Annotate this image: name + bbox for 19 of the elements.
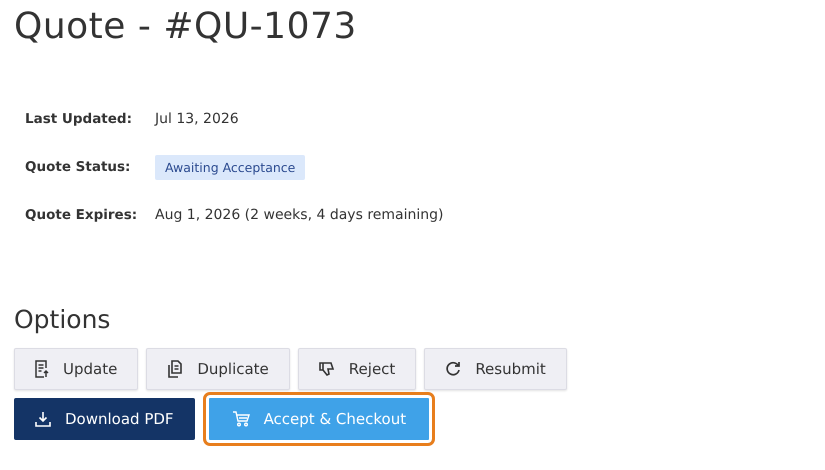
field-label: Quote Status: bbox=[25, 159, 132, 175]
status-badge: Awaiting Acceptance bbox=[155, 154, 306, 180]
download-icon bbox=[35, 411, 51, 427]
action-button[interactable]: Update bbox=[14, 348, 138, 390]
action-button[interactable]: Duplicate bbox=[146, 348, 290, 390]
thumbs-down-icon bbox=[318, 361, 335, 377]
field-value: Jul 13, 2026 bbox=[155, 111, 239, 127]
field-label: Last Updated: bbox=[25, 111, 133, 127]
action-button[interactable]: Reject bbox=[298, 348, 416, 390]
refresh-icon bbox=[445, 361, 462, 377]
copy-icon bbox=[167, 360, 184, 378]
action-button[interactable]: Resubmit bbox=[424, 348, 567, 390]
section-heading: Options bbox=[14, 305, 112, 334]
field-label: Quote Expires: bbox=[25, 207, 138, 223]
document-icon bbox=[35, 360, 49, 378]
download-button[interactable]: Download PDF bbox=[14, 398, 195, 440]
cart-icon bbox=[232, 411, 250, 427]
field-value: Aug 1, 2026 (2 weeks, 4 days remaining) bbox=[155, 207, 444, 223]
page-title: Quote - #QU-1073 bbox=[14, 6, 358, 47]
